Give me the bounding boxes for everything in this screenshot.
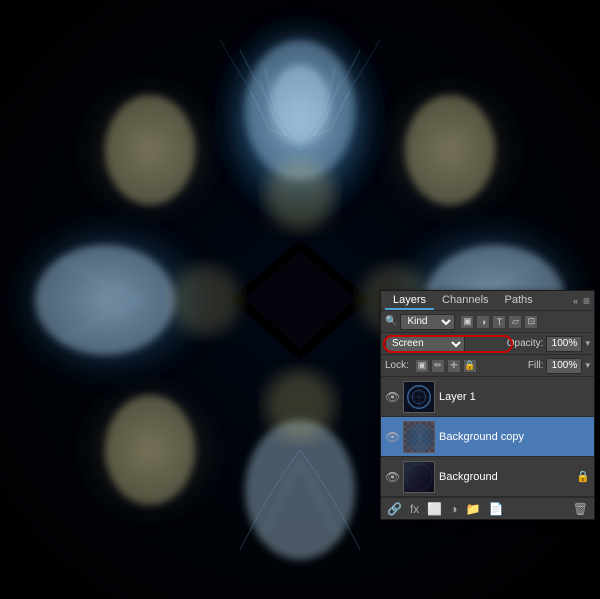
layer-row[interactable]: 👁 Background 🔒	[381, 457, 594, 497]
add-mask-button[interactable]: ⬜	[425, 502, 444, 516]
visibility-eye-layer1[interactable]: 👁	[385, 390, 399, 404]
lock-pixels-icon[interactable]: ▣	[415, 359, 429, 373]
adjustment-filter-icon[interactable]: ◑	[476, 315, 490, 329]
fill-label: Fill:	[528, 360, 544, 371]
layer-name-bgcopy: Background copy	[439, 431, 590, 443]
pixel-filter-icon[interactable]: ▣	[460, 315, 474, 329]
kind-select[interactable]: Kind	[400, 314, 455, 330]
type-filter-icon[interactable]: T	[492, 315, 506, 329]
lock-fill-row: Lock: ▣ ✏ ✛ 🔒 Fill: ▾	[381, 355, 594, 377]
layer-row[interactable]: 👁 Background copy	[381, 417, 594, 457]
visibility-eye-bgcopy[interactable]: 👁	[385, 430, 399, 444]
panel-footer: 🔗 fx ⬜ ◑ 📁 📄 🗑	[381, 497, 594, 519]
lock-icons: ▣ ✏ ✛ 🔒	[415, 359, 477, 373]
layer-row[interactable]: 👁 Layer 1	[381, 377, 594, 417]
tab-paths[interactable]: Paths	[497, 292, 541, 310]
fill-arrow[interactable]: ▾	[585, 360, 590, 371]
tab-channels[interactable]: Channels	[434, 292, 496, 310]
lock-all-icon[interactable]: 🔒	[463, 359, 477, 373]
opacity-arrow[interactable]: ▾	[585, 338, 590, 349]
lock-image-icon[interactable]: ✏	[431, 359, 445, 373]
layers-panel: Layers Channels Paths « ≡ 🔍 Kind ▣ ◑ T ▱…	[380, 290, 595, 520]
blend-mode-select[interactable]: Screen	[385, 336, 465, 352]
layer-name-bg: Background	[439, 471, 572, 483]
layer-lock-icon: 🔒	[576, 470, 590, 483]
tab-layers[interactable]: Layers	[385, 292, 434, 310]
layers-list: 👁 Layer 1 👁	[381, 377, 594, 497]
smartobj-filter-icon[interactable]: ⊡	[524, 315, 538, 329]
panel-header: Layers Channels Paths « ≡	[381, 291, 594, 311]
delete-layer-button[interactable]: 🗑	[571, 502, 590, 516]
lock-label: Lock:	[385, 360, 409, 371]
fill-input[interactable]	[546, 358, 582, 374]
layer-thumbnail-bgcopy	[403, 421, 435, 453]
filter-row: 🔍 Kind ▣ ◑ T ▱ ⊡	[381, 311, 594, 333]
collapse-icon[interactable]: «	[573, 296, 578, 306]
blend-opacity-row: Screen Opacity: ▾	[381, 333, 594, 355]
new-layer-button[interactable]: 📄	[486, 502, 505, 516]
layer-name-layer1: Layer 1	[439, 391, 590, 403]
layer-thumbnail-layer1	[403, 381, 435, 413]
opacity-label: Opacity:	[507, 338, 544, 349]
layer-thumbnail-bg	[403, 461, 435, 493]
shape-filter-icon[interactable]: ▱	[508, 315, 522, 329]
opacity-input[interactable]	[546, 336, 582, 352]
panel-controls-right: « ≡	[573, 294, 590, 308]
panel-menu-icon[interactable]: ≡	[583, 294, 590, 308]
fx-button[interactable]: fx	[408, 502, 421, 516]
lock-position-icon[interactable]: ✛	[447, 359, 461, 373]
link-layers-button[interactable]: 🔗	[385, 502, 404, 516]
search-icon: 🔍	[385, 316, 397, 327]
filter-icons: ▣ ◑ T ▱ ⊡	[460, 315, 538, 329]
visibility-eye-bg[interactable]: 👁	[385, 470, 399, 484]
new-adjustment-button[interactable]: ◑	[448, 502, 459, 516]
new-group-button[interactable]: 📁	[464, 502, 483, 516]
panel-tabs: Layers Channels Paths	[385, 292, 573, 310]
